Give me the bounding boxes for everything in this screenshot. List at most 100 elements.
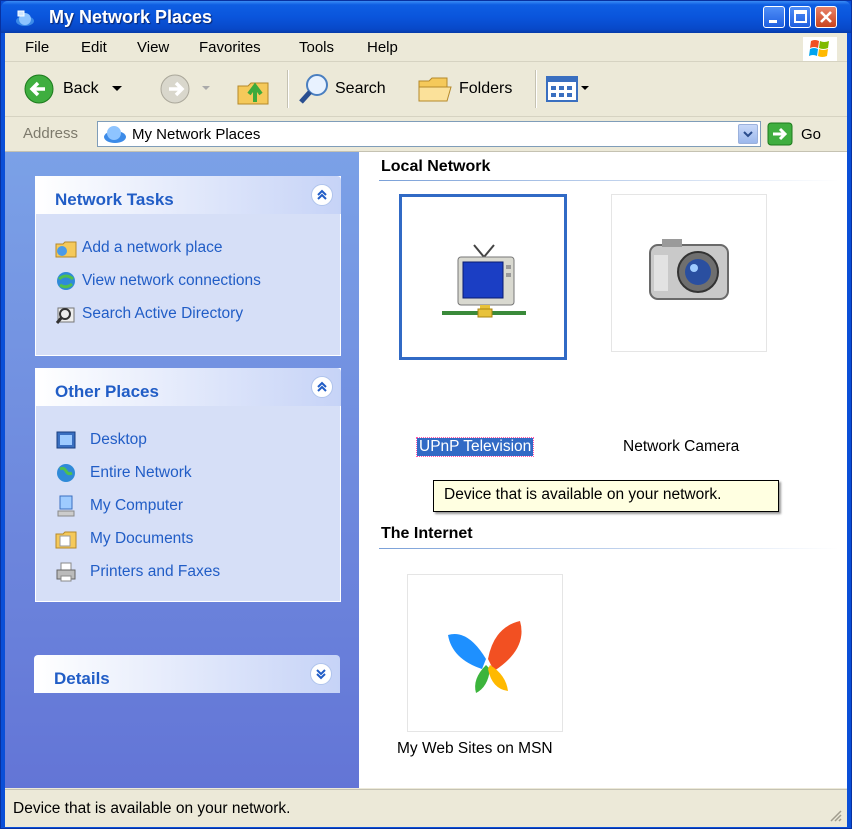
- views-dropdown-icon[interactable]: [579, 84, 591, 94]
- link-label: Entire Network: [90, 464, 192, 481]
- windows-logo-icon: [803, 37, 837, 61]
- status-bar: Device that is available on your network…: [5, 789, 847, 827]
- title-bar[interactable]: My Network Places: [1, 1, 851, 33]
- documents-folder-icon: [55, 531, 77, 549]
- search-label: Search: [335, 80, 386, 97]
- maximize-button[interactable]: [789, 6, 811, 28]
- computer-icon: [57, 495, 75, 517]
- close-button[interactable]: [815, 6, 837, 28]
- collapse-button[interactable]: [311, 184, 333, 206]
- my-web-sites-on-msn-item[interactable]: [407, 574, 563, 732]
- window-client: File Edit View Favorites Tools Help Back: [5, 33, 847, 827]
- go-label: Go: [801, 125, 822, 143]
- back-dropdown-icon[interactable]: [109, 84, 125, 94]
- expand-button[interactable]: [310, 663, 332, 685]
- link-label: My Documents: [90, 530, 194, 547]
- television-icon: [442, 244, 526, 318]
- chevron-up-icon: [317, 381, 327, 392]
- forward-button[interactable]: [159, 72, 213, 106]
- task-pane: Network Tasks Add a network place View n…: [5, 152, 359, 788]
- network-places-icon: [104, 126, 126, 143]
- content-pane: Local Network UPnP Television Network Ca…: [359, 152, 847, 788]
- toolbar: Back Search Folders: [5, 62, 847, 117]
- link-label: My Computer: [90, 497, 184, 514]
- address-bar: Address My Network Places Go: [5, 117, 847, 152]
- folders-icon: [418, 77, 452, 102]
- camera-icon: [649, 239, 729, 300]
- explorer-window: My Network Places File Edit View Favorit…: [0, 0, 852, 829]
- other-places-title: Other Places: [55, 382, 159, 401]
- maximize-icon: [794, 10, 807, 23]
- my-computer-link[interactable]: My Computer: [54, 493, 183, 519]
- add-network-place-link[interactable]: Add a network place: [54, 235, 222, 261]
- group-divider: [379, 180, 839, 181]
- back-button[interactable]: Back: [23, 72, 125, 106]
- network-tasks-title: Network Tasks: [55, 190, 174, 209]
- link-label: View network connections: [82, 272, 261, 289]
- close-icon: [820, 11, 832, 23]
- link-label: Desktop: [90, 431, 147, 448]
- go-arrow-icon: [767, 122, 793, 146]
- item-label: UPnP Television: [415, 437, 535, 457]
- address-field[interactable]: My Network Places: [97, 121, 761, 147]
- menu-tools[interactable]: Tools: [299, 39, 334, 56]
- other-places-header[interactable]: Other Places: [35, 368, 341, 406]
- address-label: Address: [23, 125, 79, 142]
- chevron-down-icon: [743, 131, 753, 138]
- globe-icon: [57, 464, 75, 482]
- network-tasks-panel: Network Tasks Add a network place View n…: [35, 176, 341, 356]
- details-title: Details: [54, 669, 110, 688]
- menu-bar: File Edit View Favorites Tools Help: [5, 33, 847, 62]
- link-label: Printers and Faxes: [90, 563, 221, 580]
- chevron-down-icon: [316, 669, 326, 680]
- views-button[interactable]: [545, 72, 591, 106]
- group-divider: [379, 548, 839, 549]
- address-value: My Network Places: [132, 126, 261, 143]
- minimize-icon: [769, 20, 777, 23]
- device-tooltip: Device that is available on your network…: [433, 480, 779, 512]
- network-connections-icon: [57, 272, 75, 290]
- toolbar-separator: [535, 70, 537, 108]
- folders-button[interactable]: Folders: [417, 72, 512, 106]
- address-dropdown-button[interactable]: [738, 124, 758, 144]
- details-header[interactable]: Details: [34, 655, 340, 693]
- go-button[interactable]: Go: [767, 121, 837, 147]
- desktop-icon: [56, 431, 76, 449]
- item-label: My Web Sites on MSN: [397, 740, 553, 757]
- menu-help[interactable]: Help: [367, 39, 398, 56]
- menu-favorites[interactable]: Favorites: [199, 39, 261, 56]
- forward-dropdown-icon[interactable]: [199, 84, 213, 94]
- menu-file[interactable]: File: [25, 39, 49, 56]
- search-button[interactable]: Search: [297, 72, 386, 106]
- up-folder-button[interactable]: [235, 72, 271, 106]
- my-documents-link[interactable]: My Documents: [54, 526, 193, 552]
- view-network-connections-link[interactable]: View network connections: [54, 268, 261, 294]
- forward-arrow-icon: [160, 74, 190, 104]
- add-network-place-icon: [55, 241, 77, 258]
- entire-network-link[interactable]: Entire Network: [54, 460, 192, 486]
- search-active-directory-link[interactable]: Search Active Directory: [54, 301, 243, 327]
- printers-and-faxes-link[interactable]: Printers and Faxes: [54, 559, 220, 585]
- search-icon: [299, 74, 328, 104]
- menu-view[interactable]: View: [137, 39, 169, 56]
- network-camera-item[interactable]: [611, 194, 767, 352]
- upnp-television-item[interactable]: [399, 194, 567, 360]
- resize-grip-icon[interactable]: [829, 809, 843, 823]
- collapse-button[interactable]: [311, 376, 333, 398]
- menu-edit[interactable]: Edit: [81, 39, 107, 56]
- back-label: Back: [63, 80, 99, 97]
- minimize-button[interactable]: [763, 6, 785, 28]
- back-arrow-icon: [24, 74, 54, 104]
- views-icon: [546, 76, 578, 102]
- other-places-panel: Other Places Desktop Entire Network My C…: [35, 368, 341, 602]
- printer-icon: [56, 562, 76, 582]
- network-tasks-header[interactable]: Network Tasks: [35, 176, 341, 214]
- toolbar-separator: [287, 70, 289, 108]
- desktop-link[interactable]: Desktop: [54, 427, 147, 453]
- network-places-icon: [16, 10, 34, 26]
- folders-label: Folders: [459, 80, 513, 97]
- chevron-up-icon: [317, 189, 327, 200]
- item-label: Network Camera: [623, 438, 740, 455]
- status-text: Device that is available on your network…: [13, 800, 291, 817]
- window-title: My Network Places: [49, 7, 213, 27]
